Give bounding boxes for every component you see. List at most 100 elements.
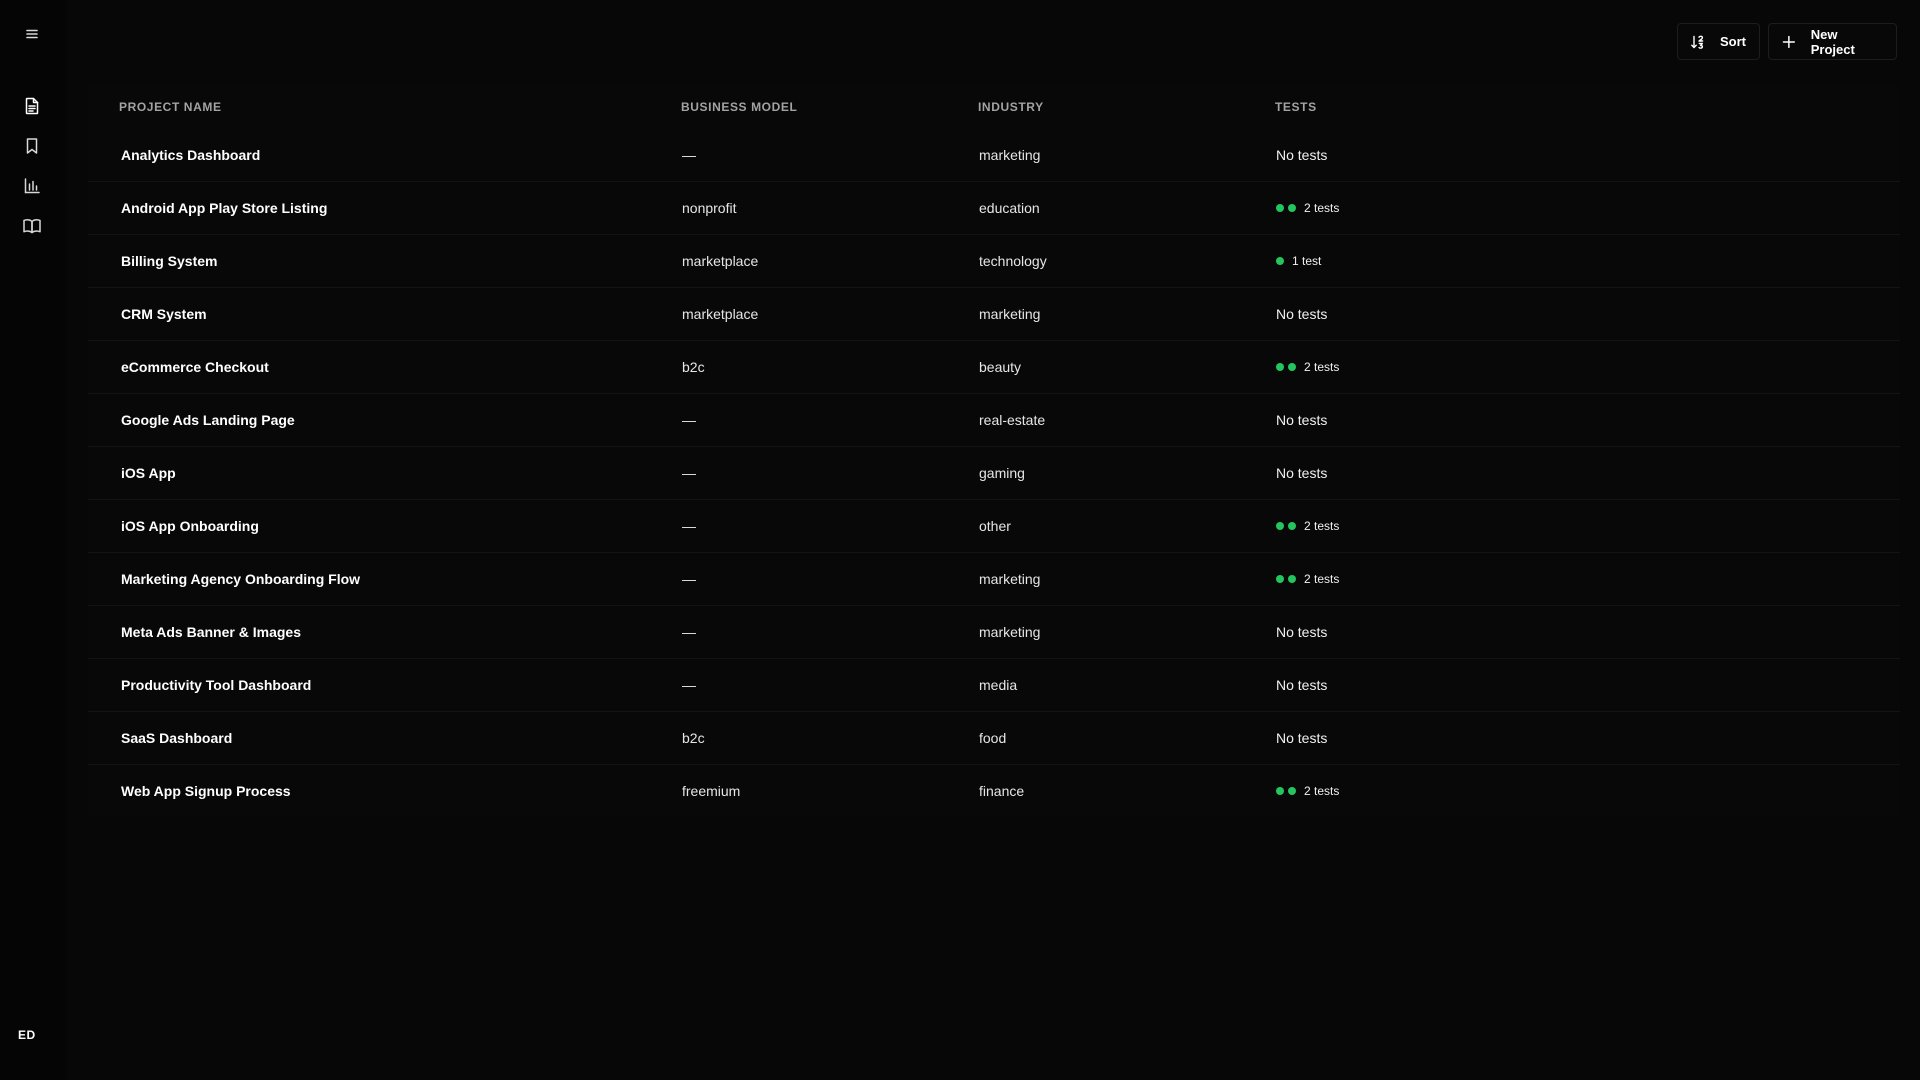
industry-cell: media [979, 677, 1018, 693]
header-tests[interactable]: TESTS [1275, 100, 1900, 114]
test-status-dot [1288, 575, 1296, 583]
test-status-dot [1288, 363, 1296, 371]
test-status-dot [1288, 522, 1296, 530]
tests-count-label: 2 tests [1304, 519, 1340, 533]
test-status-dot [1276, 575, 1284, 583]
nav-projects[interactable] [17, 91, 47, 121]
industry-cell: marketing [979, 146, 1041, 163]
business-model-cell: freemium [682, 783, 741, 799]
user-avatar[interactable]: ED [18, 1025, 48, 1045]
plus-icon [1782, 35, 1796, 48]
table-row[interactable]: iOS App — gaming No tests [88, 446, 1900, 499]
industry-cell: marketing [979, 306, 1041, 322]
industry-cell: food [979, 730, 1007, 746]
project-name-cell: Android App Play Store Listing [121, 200, 328, 216]
project-name-cell: Productivity Tool Dashboard [121, 677, 312, 693]
table-row[interactable]: Web App Signup Process freemium finance … [88, 764, 1900, 817]
tests-cell: 2 tests [1275, 360, 1900, 374]
business-model-cell: — [682, 518, 696, 534]
nav-analytics[interactable] [17, 171, 47, 201]
new-project-label: New Project [1810, 26, 1855, 57]
nav-saved[interactable] [17, 131, 47, 161]
project-name-cell: iOS App Onboarding [121, 518, 259, 534]
header-project-name[interactable]: PROJECT NAME [88, 100, 681, 114]
tests-cell: No tests [1275, 465, 1900, 481]
industry-cell: real-estate [979, 412, 1046, 428]
tests-cell: No tests [1275, 306, 1900, 322]
project-name-cell: Meta Ads Banner & Images [121, 624, 301, 640]
project-name-cell: Web App Signup Process [121, 783, 291, 799]
no-tests-label: No tests [1276, 730, 1328, 746]
menu-icon [26, 29, 38, 39]
industry-cell: technology [979, 253, 1047, 269]
project-name-cell: iOS App [121, 465, 176, 481]
industry-cell: beauty [979, 359, 1022, 375]
test-status-dot [1276, 204, 1284, 212]
app-shell: ED Sort New Project PROJECT NAME BUSINES… [0, 0, 1920, 1080]
table-row[interactable]: Google Ads Landing Page — real-estate No… [88, 393, 1900, 446]
new-project-button[interactable]: New Project [1768, 23, 1897, 60]
test-status-dot [1288, 787, 1296, 795]
industry-cell: finance [979, 783, 1025, 799]
industry-cell: marketing [979, 624, 1041, 640]
test-status-dot [1276, 257, 1284, 265]
header-business-model[interactable]: BUSINESS MODEL [681, 100, 978, 114]
main-content: Sort New Project PROJECT NAME BUSINESS M… [66, 0, 1920, 1080]
project-name-cell: Analytics Dashboard [121, 146, 261, 163]
project-name-cell: Billing System [121, 253, 218, 269]
tests-cell: 2 tests [1275, 519, 1900, 533]
no-tests-label: No tests [1276, 146, 1328, 163]
tests-cell: No tests [1275, 412, 1900, 428]
project-name-cell: CRM System [121, 306, 207, 322]
bookmark-icon [26, 138, 38, 154]
tests-cell: No tests [1275, 147, 1900, 163]
business-model-cell: nonprofit [682, 200, 737, 216]
tests-cell: No tests [1275, 624, 1900, 640]
tests-cell: 2 tests [1275, 201, 1900, 215]
business-model-cell: b2c [682, 359, 705, 375]
sort-label: Sort [1720, 34, 1746, 49]
business-model-cell: marketplace [682, 306, 759, 322]
business-model-cell: — [682, 412, 696, 428]
business-model-cell: — [682, 146, 696, 163]
table-row[interactable]: Marketing Agency Onboarding Flow — marke… [88, 552, 1900, 605]
tests-indicator: 2 tests [1276, 360, 1339, 374]
sidebar: ED [0, 0, 66, 1080]
industry-cell: gaming [979, 465, 1025, 481]
projects-table: PROJECT NAME BUSINESS MODEL INDUSTRY TES… [88, 86, 1900, 817]
project-name-cell: eCommerce Checkout [121, 359, 269, 375]
tests-count-label: 2 tests [1304, 360, 1340, 374]
tests-cell: 2 tests [1275, 784, 1900, 798]
no-tests-label: No tests [1276, 306, 1328, 322]
nav-docs[interactable] [17, 211, 47, 241]
test-dots [1276, 522, 1296, 530]
table-row[interactable]: Billing System marketplace technology 1 … [88, 234, 1900, 287]
document-icon [25, 97, 39, 115]
tests-cell: No tests [1275, 677, 1900, 693]
table-row[interactable]: Analytics Dashboard — marketing No tests [88, 128, 1900, 181]
test-status-dot [1276, 363, 1284, 371]
table-row[interactable]: Meta Ads Banner & Images — marketing No … [88, 605, 1900, 658]
menu-button[interactable] [17, 19, 47, 49]
business-model-cell: — [682, 465, 696, 481]
table-row[interactable]: Android App Play Store Listing nonprofit… [88, 181, 1900, 234]
tests-count-label: 2 tests [1304, 201, 1340, 215]
business-model-cell: — [682, 571, 696, 587]
table-row[interactable]: CRM System marketplace marketing No test… [88, 287, 1900, 340]
tests-indicator: 2 tests [1276, 519, 1339, 533]
project-name-cell: SaaS Dashboard [121, 730, 233, 746]
sort-button[interactable]: Sort [1677, 23, 1760, 60]
industry-cell: marketing [979, 571, 1041, 587]
header-industry[interactable]: INDUSTRY [978, 100, 1275, 114]
table-row[interactable]: eCommerce Checkout b2c beauty 2 tests [88, 340, 1900, 393]
tests-count-label: 1 test [1292, 254, 1322, 268]
tests-cell: 2 tests [1275, 572, 1900, 586]
table-row[interactable]: SaaS Dashboard b2c food No tests [88, 711, 1900, 764]
table-row[interactable]: iOS App Onboarding — other 2 tests [88, 499, 1900, 552]
industry-cell: other [979, 518, 1011, 534]
tests-count-label: 2 tests [1304, 784, 1340, 798]
table-row[interactable]: Productivity Tool Dashboard — media No t… [88, 658, 1900, 711]
no-tests-label: No tests [1276, 624, 1328, 640]
tests-indicator: 1 test [1276, 254, 1321, 268]
sort-icon [1691, 35, 1704, 49]
